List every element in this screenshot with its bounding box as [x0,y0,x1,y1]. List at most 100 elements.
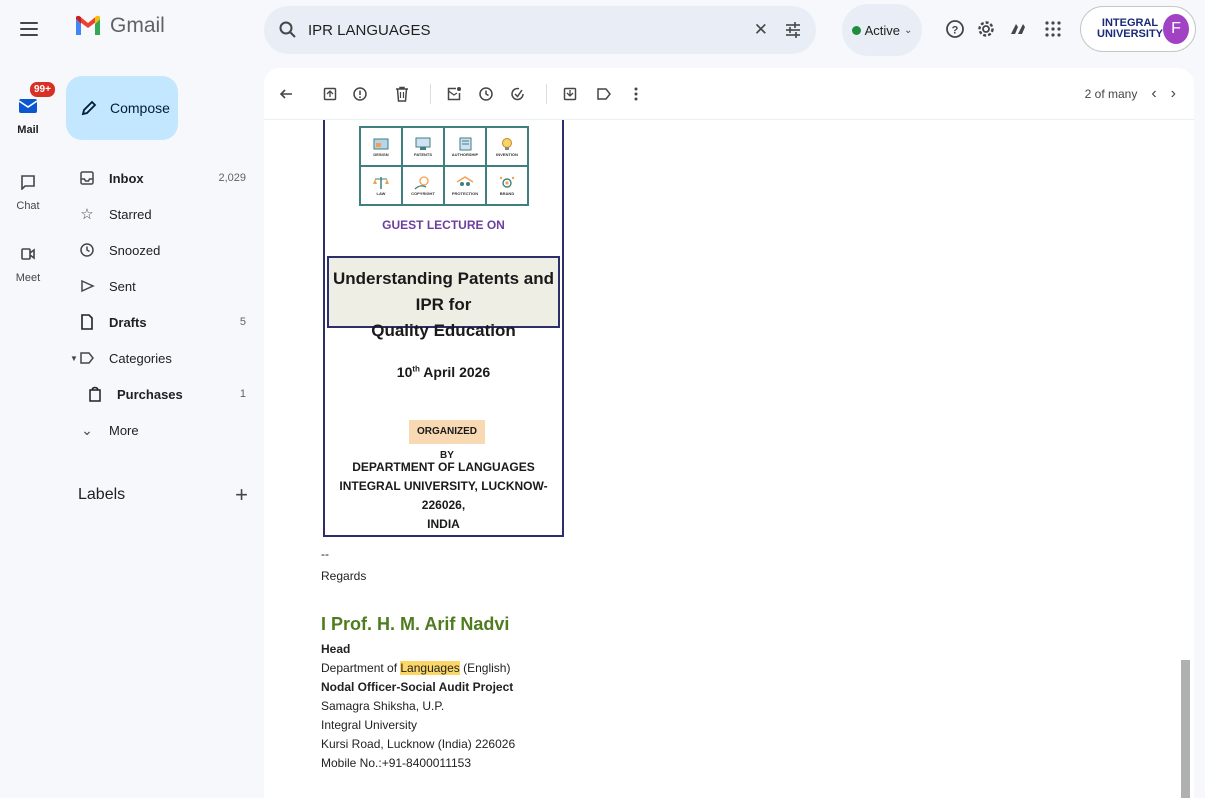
mark-unread-icon[interactable] [444,84,464,104]
nav-inbox-label: Inbox [109,170,144,186]
nav-item-snoozed[interactable]: Snoozed [66,232,256,268]
signature-name: I Prof. H. M. Arif Nadvi [321,614,510,634]
status-label: Active [864,22,900,38]
signature-separator: -- [321,547,329,561]
compose-button[interactable]: Compose [66,76,178,140]
nav-purchases-count: 1 [239,388,246,400]
poster-date: 10th April 2026 [325,364,562,380]
authorship-icon: AUTHORSHIP [444,127,486,166]
protection-icon: PROTECTION [444,166,486,205]
toolbar-divider [430,84,431,104]
rail-item-chat[interactable]: Chat [0,166,56,212]
gmail-wordmark: Gmail [110,14,165,37]
pagination: 2 of many ‹ › [1085,85,1176,103]
help-icon[interactable]: ? [944,18,966,40]
clock-icon [77,240,97,260]
labels-heading: Labels [78,486,126,503]
poster-organized-by: ORGANIZED BY [409,420,485,461]
add-task-icon[interactable] [508,84,528,104]
gmail-m-icon [76,15,100,35]
rail-item-mail[interactable]: 99+ Mail [0,80,57,136]
nav-item-categories[interactable]: ▼ Categories [66,340,256,376]
star-icon: ☆ [80,206,94,223]
back-arrow-icon[interactable] [276,84,296,104]
search-icon[interactable] [278,20,298,40]
signature-nodal: Nodal Officer-Social Audit Project [321,680,514,694]
pager-count: 2 of many [1084,87,1138,101]
icon-caption: PATENTS [413,151,433,157]
add-label-button[interactable]: + [235,482,248,508]
signature-line1: Samagra Shiksha, U.P. [321,699,445,713]
signature-line2: Integral University [321,718,418,732]
mail-icon [18,99,38,113]
labels-section: Labels + [78,482,248,508]
org-logo: INTEGRAL UNIVERSITY [1097,18,1163,40]
icon-caption: PROTECTION [451,190,479,196]
unread-badge: 99+ [28,80,57,99]
move-to-icon[interactable] [560,84,580,104]
search-options-icon[interactable] [784,21,802,39]
signature-line3: Kursi Road, Lucknow (India) 226026 [321,737,516,751]
signature-dept-suffix: (English) [459,661,511,675]
rail-meet-icon-wrap [12,238,44,270]
invention-icon: INVENTION [486,127,528,166]
signature-department: Department of Languages (English) [321,661,510,675]
gmail-logo[interactable]: Gmail [74,14,165,38]
label-icon[interactable] [594,84,614,104]
apps-grid-icon[interactable] [1042,18,1064,40]
nav-item-drafts[interactable]: Drafts 5 [66,304,256,340]
svg-text:?: ? [952,25,959,37]
rail-meet-label: Meet [15,272,41,284]
nav-item-purchases[interactable]: Purchases 1 [66,376,256,412]
report-spam-icon[interactable] [350,84,370,104]
inbox-icon [77,168,97,188]
compose-label: Compose [110,100,170,116]
video-camera-icon [21,248,35,260]
toolbar-divider [546,84,547,104]
signature-line4: Mobile No.:+91-8400011153 [321,756,471,770]
delete-trash-icon[interactable] [392,84,412,104]
poster-dept-line3: INDIA [427,517,460,531]
search-input[interactable]: IPR LANGUAGES [308,22,754,39]
icon-caption: LAW [376,190,386,196]
chevron-left-icon[interactable]: ‹ [1151,85,1156,103]
ipr-icon-grid: DESIGN PATENTS AUTHORSHIP INVENTION LAW … [359,126,529,206]
nav-snoozed-label: Snoozed [109,242,161,258]
nav-item-starred[interactable]: ☆ Starred [66,196,256,232]
icon-caption: AUTHORSHIP [451,151,479,157]
nav-item-inbox[interactable]: Inbox 2,029 [66,160,256,196]
settings-gear-icon[interactable] [975,18,997,40]
more-vertical-icon[interactable] [626,84,646,104]
rail-chat-icon-wrap [12,166,44,198]
patents-icon: PATENTS [402,127,444,166]
chevron-right-icon[interactable]: › [1171,85,1176,103]
chevron-down-icon: ⌄ [81,421,93,438]
poster-title-box: Understanding Patents and IPR for Qualit… [327,256,560,340]
poster-date-day: 10 [396,364,413,380]
nav-item-more[interactable]: ⌄ More [66,412,256,448]
send-icon [77,276,97,296]
shopping-bag-icon [85,384,105,404]
nav-item-sent[interactable]: Sent [66,268,256,304]
archive-icon[interactable] [320,84,340,104]
main-menu-button[interactable] [20,22,38,36]
chat-icon [21,175,35,190]
scrollbar-thumb[interactable] [1181,660,1190,798]
clear-search-icon[interactable]: ✕ [754,20,768,40]
poster-guest-lecture: GUEST LECTURE ON [382,218,505,232]
account-switcher[interactable]: INTEGRAL UNIVERSITY F [1080,6,1196,52]
status-selector[interactable]: Active ⌄ [842,4,922,56]
nav-purchases-label: Purchases [117,386,183,402]
design-icon: DESIGN [360,127,402,166]
snooze-clock-icon[interactable] [476,84,496,104]
status-dot-icon [851,25,861,35]
search-bar[interactable]: IPR LANGUAGES ✕ [264,6,816,54]
search-highlight: Languages [400,661,460,675]
rail-item-meet[interactable]: Meet [0,238,56,284]
gemini-icon[interactable] [1007,18,1029,40]
icon-caption: COPYRIGHT [411,190,435,196]
poster-dept-line1: DEPARTMENT OF LANGUAGES [352,460,535,474]
chevron-down-icon: ⌄ [904,24,913,36]
nav-drafts-label: Drafts [109,314,147,330]
avatar[interactable]: F [1163,14,1189,44]
